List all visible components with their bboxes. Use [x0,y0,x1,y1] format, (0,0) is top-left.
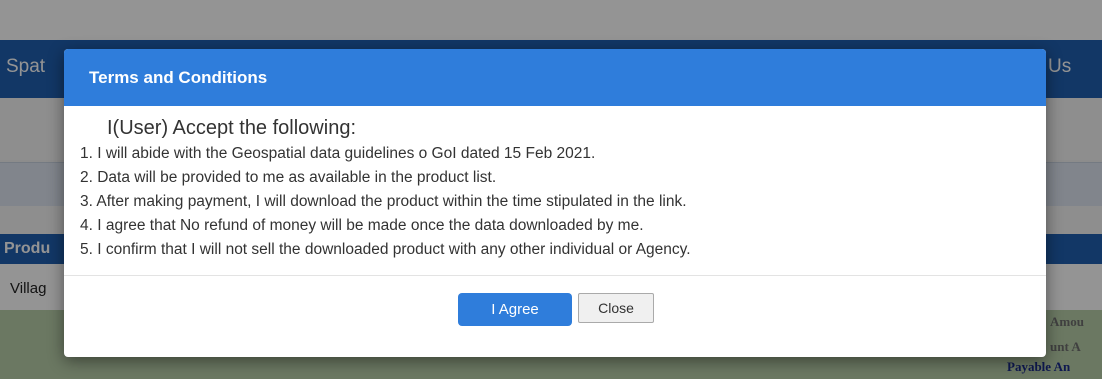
terms-item: 4. I agree that No refund of money will … [80,217,644,234]
terms-item: 3. After making payment, I will download… [80,193,687,210]
dialog-title: Terms and Conditions [89,68,268,87]
terms-dialog: Terms and Conditions I(User) Accept the … [64,49,1046,357]
terms-intro: I(User) Accept the following: [107,117,356,139]
dialog-body: I(User) Accept the following: 1. I will … [64,106,1046,275]
agree-button[interactable]: I Agree [458,293,572,326]
terms-item: 1. I will abide with the Geospatial data… [80,145,596,162]
dialog-header: Terms and Conditions [64,49,1046,106]
terms-item: 2. Data will be provided to me as availa… [80,169,497,186]
close-button[interactable]: Close [578,293,654,323]
dialog-footer: I Agree Close [64,276,1046,357]
terms-item: 5. I confirm that I will not sell the do… [80,241,691,258]
terms-list: 1. I will abide with the Geospatial data… [80,142,691,262]
